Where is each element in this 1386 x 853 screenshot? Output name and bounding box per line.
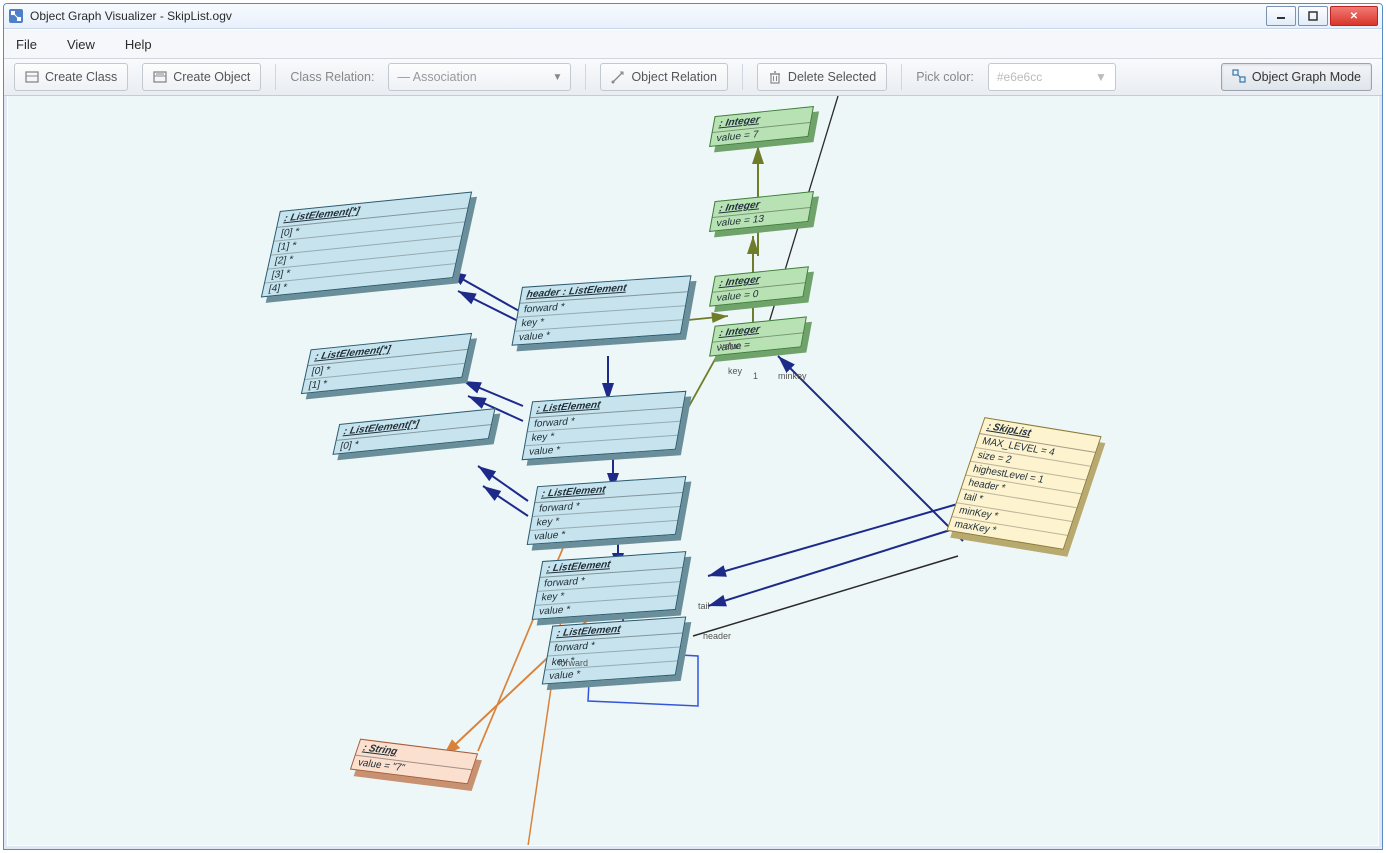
node-listelement-4[interactable]: : ListElement forward * key * value *	[542, 616, 687, 684]
color-value: #e6e6cc	[997, 70, 1042, 84]
create-object-label: Create Object	[173, 70, 250, 84]
separator	[275, 64, 276, 90]
menubar: File View Help	[4, 29, 1382, 59]
separator	[742, 64, 743, 90]
menu-help[interactable]: Help	[121, 34, 156, 55]
trash-icon	[768, 70, 782, 84]
create-class-button[interactable]: Create Class	[14, 63, 128, 91]
menu-view[interactable]: View	[63, 34, 99, 55]
node-integer-1[interactable]: : Integer value = 13	[709, 191, 814, 232]
object-relation-label: Object Relation	[631, 70, 716, 84]
maximize-button[interactable]	[1298, 6, 1328, 26]
pick-color-label: Pick color:	[916, 70, 974, 84]
edge-label-minkey: minkey	[778, 371, 807, 381]
node-listelement-1[interactable]: : ListElement forward * key * value *	[522, 391, 687, 460]
relation-icon	[611, 70, 625, 84]
separator	[585, 64, 586, 90]
node-listelement-array-0[interactable]: : ListElement[*] [0] * [1] * [2] * [3] *…	[261, 191, 472, 297]
class-relation-label: Class Relation:	[290, 70, 374, 84]
node-listelement-2[interactable]: : ListElement forward * key * value *	[527, 476, 687, 545]
edge-label-forward: forward	[558, 658, 588, 668]
delete-selected-button[interactable]: Delete Selected	[757, 63, 887, 91]
graph-mode-icon	[1232, 69, 1246, 86]
node-header[interactable]: header : ListElement forward * key * val…	[511, 275, 691, 346]
object-relation-button[interactable]: Object Relation	[600, 63, 727, 91]
relation-type-combo[interactable]: — Association ▼	[388, 63, 571, 91]
delete-selected-label: Delete Selected	[788, 70, 876, 84]
node-integer-2[interactable]: : Integer value = 0	[709, 266, 809, 306]
create-class-label: Create Class	[45, 70, 117, 84]
node-string[interactable]: : String value = "7"	[350, 739, 478, 785]
node-skiplist[interactable]: : SkipList MAX_LEVEL = 4 size = 2 highes…	[946, 417, 1101, 550]
color-input[interactable]: #e6e6cc ▼	[988, 63, 1116, 91]
edge-label-header: header	[703, 631, 731, 641]
edge-label-one: 1	[753, 371, 758, 381]
window-title: Object Graph Visualizer - SkipList.ogv	[30, 9, 1266, 23]
chevron-down-icon: ▼	[553, 72, 563, 83]
node-listelement-array-2[interactable]: : ListElement[*] [0] *	[332, 408, 495, 455]
titlebar: Object Graph Visualizer - SkipList.ogv ✕	[4, 4, 1382, 29]
diagram-canvas[interactable]: : ListElement[*] [0] * [1] * [2] * [3] *…	[8, 96, 1378, 845]
relation-selected: — Association	[397, 70, 476, 84]
chevron-down-icon: ▼	[1095, 70, 1107, 84]
edge-label-key: key	[728, 366, 742, 376]
edge-label-tail: tail	[698, 601, 710, 611]
toolbar: Create Class Create Object Class Relatio…	[4, 59, 1382, 96]
edge-label-value: value	[720, 341, 742, 351]
close-button[interactable]: ✕	[1330, 6, 1378, 26]
menu-file[interactable]: File	[12, 34, 41, 55]
separator	[901, 64, 902, 90]
node-listelement-3[interactable]: : ListElement forward * key * value *	[532, 551, 687, 620]
minimize-button[interactable]	[1266, 6, 1296, 26]
object-icon	[153, 70, 167, 84]
node-integer-0[interactable]: : Integer value = 7	[709, 106, 814, 147]
diagram-edges	[8, 96, 1378, 845]
node-listelement-array-1[interactable]: : ListElement[*] [0] * [1] *	[301, 333, 472, 394]
class-icon	[25, 70, 39, 84]
create-object-button[interactable]: Create Object	[142, 63, 261, 91]
mode-label: Object Graph Mode	[1252, 70, 1361, 84]
object-graph-mode-button[interactable]: Object Graph Mode	[1221, 63, 1372, 91]
app-icon	[8, 8, 24, 24]
